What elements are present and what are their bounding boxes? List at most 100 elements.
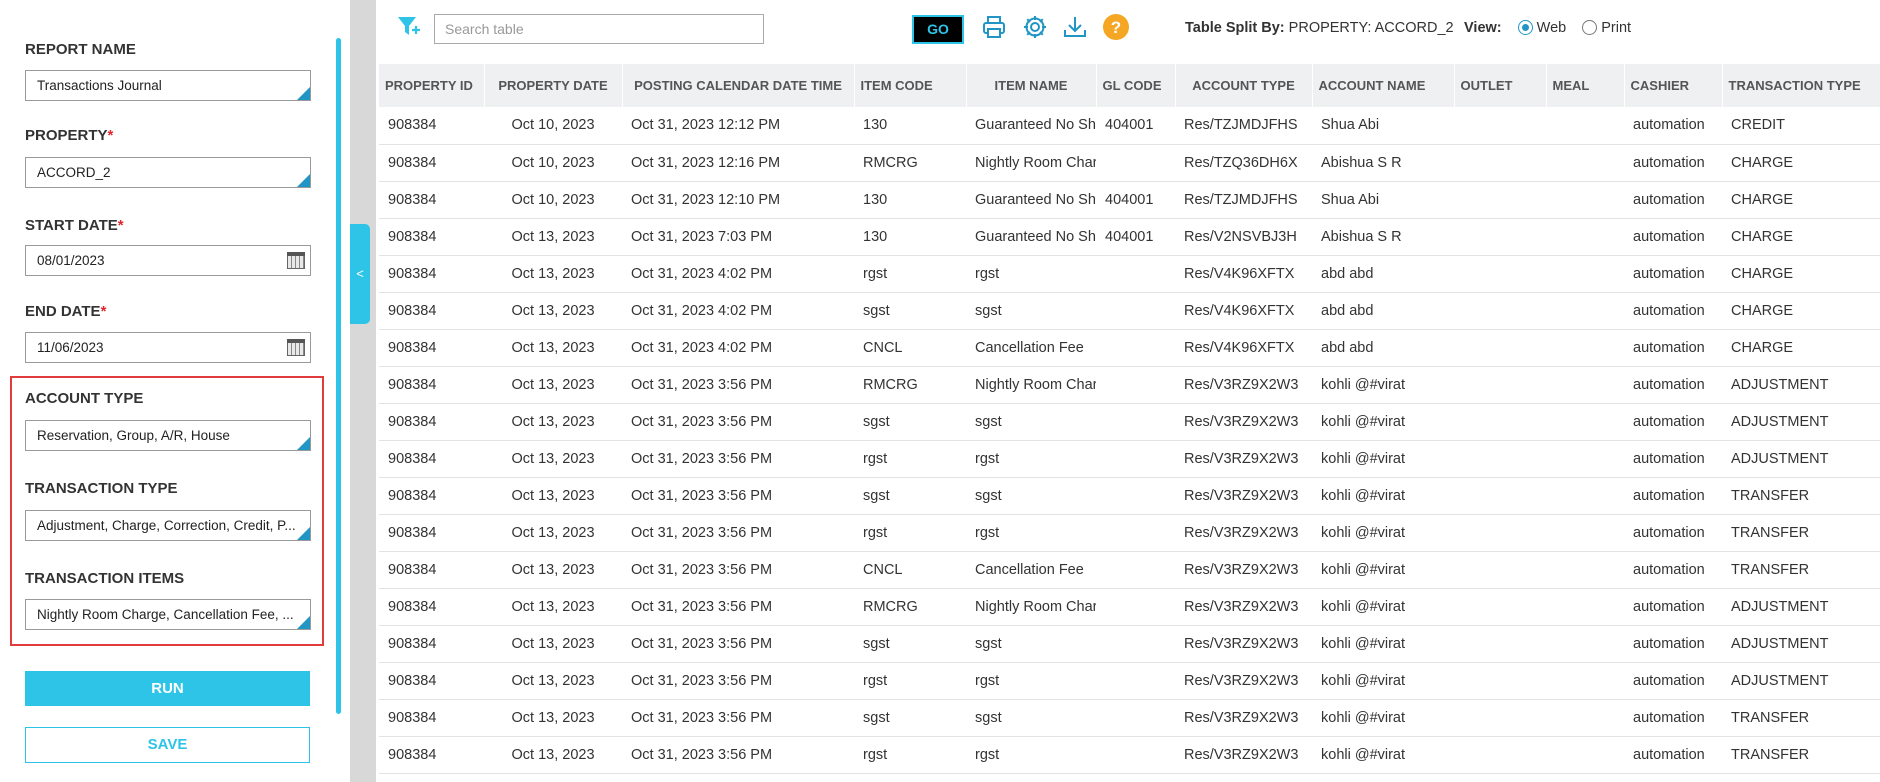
table-row[interactable]: 908384 Oct 13, 2023 Oct 31, 2023 4:02 PM rg…: [379, 255, 1880, 293]
column-header[interactable]: OUTLET: [1454, 64, 1547, 107]
transaction-items-dropdown[interactable]: Nightly Room Charge, Cancellation Fee, .…: [25, 599, 311, 630]
settings-icon[interactable]: [1022, 14, 1048, 40]
property-dropdown[interactable]: ACCORD_2: [25, 157, 311, 188]
table-cell: TRANSFER: [1722, 699, 1880, 737]
table-cell: [1546, 329, 1624, 367]
table-row[interactable]: 908384 Oct 13, 2023 Oct 31, 2023 3:56 PM RM…: [379, 366, 1880, 404]
table-cell: 908384: [379, 588, 484, 626]
table-cell: rgst: [854, 255, 966, 293]
table-row[interactable]: 908384 Oct 13, 2023 Oct 31, 2023 3:56 PM rg…: [379, 514, 1880, 552]
collapse-panel-button[interactable]: <: [350, 224, 370, 324]
help-icon[interactable]: ?: [1102, 13, 1129, 40]
column-header[interactable]: ACCOUNT NAME: [1312, 64, 1455, 107]
end-date-field[interactable]: 11/06/2023: [25, 332, 311, 363]
table-cell: Oct 31, 2023 12:10 PM: [622, 181, 854, 219]
run-button[interactable]: RUN: [25, 671, 310, 706]
table-row[interactable]: 908384 Oct 10, 2023 Oct 31, 2023 12:12 PM 1…: [379, 107, 1880, 145]
table-cell: Oct 31, 2023 3:56 PM: [622, 551, 854, 589]
column-header[interactable]: POSTING CALENDAR DATE TIME: [622, 64, 855, 107]
table-cell: kohli @#virat: [1312, 477, 1454, 515]
table-row[interactable]: 908384 Oct 13, 2023 Oct 31, 2023 3:56 PM sg…: [379, 477, 1880, 515]
download-icon[interactable]: [1062, 14, 1088, 40]
transaction-type-dropdown[interactable]: Adjustment, Charge, Correction, Credit, …: [25, 510, 311, 541]
table-row[interactable]: 908384 Oct 10, 2023 Oct 31, 2023 12:10 PM 1…: [379, 181, 1880, 219]
column-header[interactable]: TRANSACTION TYPE: [1722, 64, 1880, 107]
table-cell: [1546, 292, 1624, 330]
table-toolbar: GO ? Table Split By: PROPERTY: ACCORD_2 …: [376, 0, 1880, 62]
table-row[interactable]: 908384 Oct 10, 2023 Oct 31, 2023 12:16 PM R…: [379, 144, 1880, 182]
table-cell: Cancellation Fee: [966, 551, 1096, 589]
column-header[interactable]: CASHIER: [1624, 64, 1723, 107]
table-cell: automation: [1624, 551, 1722, 589]
table-cell: kohli @#virat: [1312, 625, 1454, 663]
search-input[interactable]: [434, 14, 764, 44]
table-cell: 404001: [1096, 107, 1175, 145]
panel-scrollbar[interactable]: [336, 38, 341, 714]
end-date-value: 11/06/2023: [37, 340, 104, 355]
table-row[interactable]: 908384 Oct 13, 2023 Oct 31, 2023 7:03 PM 13…: [379, 218, 1880, 256]
account-type-dropdown[interactable]: Reservation, Group, A/R, House: [25, 420, 311, 451]
table-cell: [1096, 736, 1175, 774]
account-type-label: ACCOUNT TYPE: [25, 390, 144, 407]
table-row[interactable]: 908384 Oct 13, 2023 Oct 31, 2023 3:56 PM sg…: [379, 699, 1880, 737]
table-row[interactable]: 908384 Oct 13, 2023 Oct 31, 2023 3:56 PM rg…: [379, 440, 1880, 478]
table-row[interactable]: 908384 Oct 13, 2023 Oct 31, 2023 3:56 PM rg…: [379, 662, 1880, 700]
view-web-radio[interactable]: [1517, 20, 1533, 35]
table-cell: abd abd: [1312, 329, 1454, 367]
column-header[interactable]: ITEM NAME: [966, 64, 1097, 107]
table-cell: 908384: [379, 514, 484, 552]
table-row[interactable]: 908384 Oct 13, 2023 Oct 31, 2023 3:56 PM RM…: [379, 588, 1880, 626]
table-cell: Oct 13, 2023: [484, 329, 622, 367]
table-cell: TRANSFER: [1722, 736, 1880, 774]
table-cell: rgst: [966, 440, 1096, 478]
go-button[interactable]: GO: [912, 15, 964, 44]
help-glyph: ?: [1111, 18, 1121, 37]
table-cell: 908384: [379, 218, 484, 256]
table-split-value: PROPERTY: ACCORD_2: [1288, 20, 1454, 36]
table-cell: [1096, 477, 1175, 515]
table-cell: Res/V3RZ9X2W3: [1175, 736, 1312, 774]
table-cell: kohli @#virat: [1312, 366, 1454, 404]
column-header[interactable]: ITEM CODE: [854, 64, 967, 107]
column-header[interactable]: ACCOUNT TYPE: [1175, 64, 1313, 107]
table-cell: [1454, 107, 1546, 145]
end-date-label-text: END DATE: [25, 303, 101, 320]
table-cell: 404001: [1096, 218, 1175, 256]
filter-icon[interactable]: [396, 13, 422, 39]
table-body: 908384 Oct 10, 2023 Oct 31, 2023 12:12 PM 1…: [379, 107, 1880, 774]
table-cell: Res/V3RZ9X2W3: [1175, 551, 1312, 589]
table-cell: 908384: [379, 551, 484, 589]
table-cell: sgst: [854, 292, 966, 330]
start-date-field[interactable]: 08/01/2023: [25, 245, 311, 276]
table-cell: 908384: [379, 181, 484, 219]
column-header[interactable]: GL CODE: [1096, 64, 1176, 107]
report-name-dropdown[interactable]: Transactions Journal: [25, 70, 311, 101]
save-button[interactable]: SAVE: [25, 727, 310, 763]
column-header[interactable]: MEAL: [1546, 64, 1625, 107]
table-cell: ADJUSTMENT: [1722, 403, 1880, 441]
table-cell: sgst: [966, 477, 1096, 515]
column-header[interactable]: PROPERTY ID: [379, 64, 485, 107]
table-row[interactable]: 908384 Oct 13, 2023 Oct 31, 2023 3:56 PM sg…: [379, 625, 1880, 663]
table-row[interactable]: 908384 Oct 13, 2023 Oct 31, 2023 3:56 PM rg…: [379, 736, 1880, 774]
table-cell: automation: [1624, 144, 1722, 182]
panel-divider: [350, 0, 376, 782]
calendar-icon[interactable]: [287, 339, 305, 356]
view-print-radio[interactable]: [1582, 20, 1598, 35]
table-cell: sgst: [854, 477, 966, 515]
table-row[interactable]: 908384 Oct 13, 2023 Oct 31, 2023 3:56 PM CN…: [379, 551, 1880, 589]
table-cell: 908384: [379, 477, 484, 515]
table-cell: Res/V3RZ9X2W3: [1175, 366, 1312, 404]
table-row[interactable]: 908384 Oct 13, 2023 Oct 31, 2023 4:02 PM CN…: [379, 329, 1880, 367]
table-cell: Res/V3RZ9X2W3: [1175, 625, 1312, 663]
table-row[interactable]: 908384 Oct 13, 2023 Oct 31, 2023 4:02 PM sg…: [379, 292, 1880, 330]
column-header[interactable]: PROPERTY DATE: [484, 64, 623, 107]
table-cell: ADJUSTMENT: [1722, 662, 1880, 700]
table-cell: [1454, 329, 1546, 367]
table-cell: automation: [1624, 736, 1722, 774]
calendar-icon[interactable]: [287, 252, 305, 269]
table-cell: 908384: [379, 329, 484, 367]
table-row[interactable]: 908384 Oct 13, 2023 Oct 31, 2023 3:56 PM sg…: [379, 403, 1880, 441]
table-cell: Oct 31, 2023 3:56 PM: [622, 588, 854, 626]
print-icon[interactable]: [981, 14, 1007, 40]
